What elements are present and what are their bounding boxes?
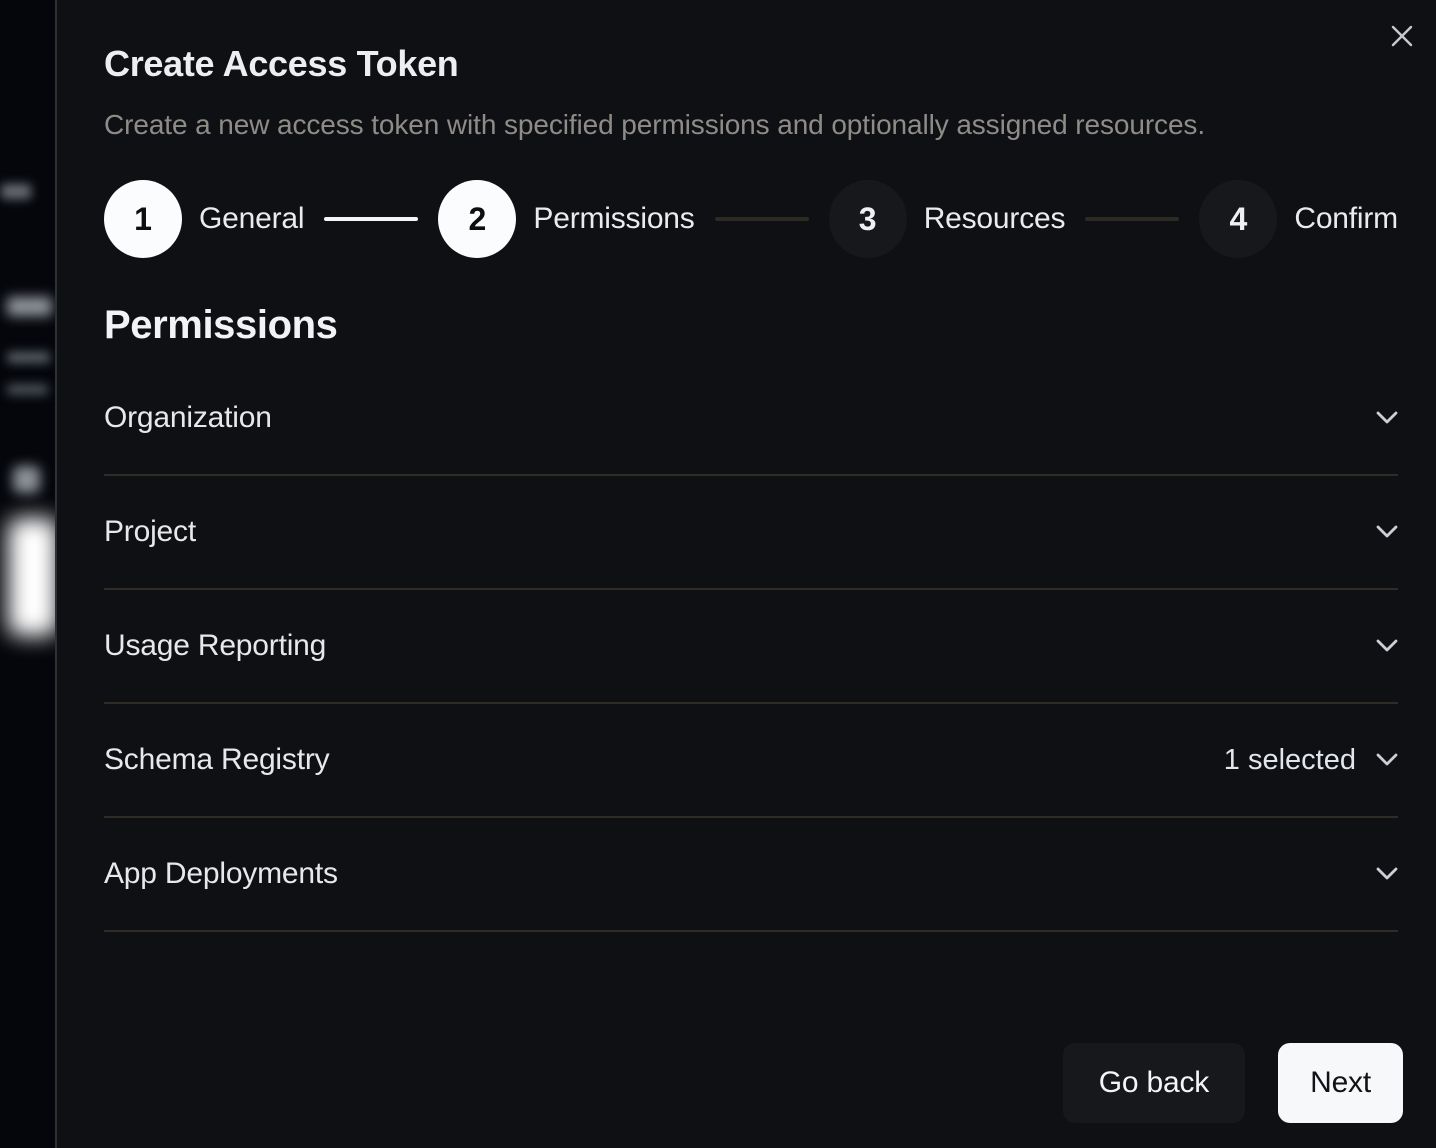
permission-section-row-project[interactable]: Project	[104, 476, 1398, 590]
blurred-background-text	[1, 184, 31, 199]
stepper-step-resources[interactable]: 3 Resources	[829, 180, 1066, 258]
close-button[interactable]	[1387, 21, 1417, 51]
stepper-connector-line	[1085, 217, 1179, 221]
step-number: 3	[859, 201, 877, 238]
background-page-strip	[0, 0, 57, 1148]
go-back-button[interactable]: Go back	[1063, 1043, 1245, 1123]
blurred-background-text	[7, 297, 52, 316]
step-label: Permissions	[533, 202, 694, 236]
step-number-circle: 1	[104, 180, 182, 258]
stepper-step-general[interactable]: 1 General	[104, 180, 304, 258]
step-label: Resources	[924, 202, 1066, 236]
permission-section-label: Organization	[104, 401, 272, 435]
stepper-step-permissions[interactable]: 2 Permissions	[438, 180, 694, 258]
permission-section-label: Usage Reporting	[104, 629, 326, 663]
permission-section-controls	[1376, 867, 1398, 881]
chevron-down-icon[interactable]	[1376, 753, 1398, 767]
stepper-connector-line	[324, 217, 418, 221]
close-icon	[1391, 25, 1413, 47]
chevron-down-icon[interactable]	[1376, 411, 1398, 425]
next-button[interactable]: Next	[1278, 1043, 1403, 1123]
permission-section-row-organization[interactable]: Organization	[104, 362, 1398, 476]
step-label: Confirm	[1294, 202, 1398, 236]
step-number-circle: 2	[438, 180, 516, 258]
permission-section-row-usage-reporting[interactable]: Usage Reporting	[104, 590, 1398, 704]
blurred-background-button	[8, 518, 58, 636]
step-number: 2	[469, 201, 487, 238]
create-access-token-modal: Create Access Token Create a new access …	[55, 0, 1436, 1148]
permissions-heading: Permissions	[104, 302, 1398, 348]
wizard-stepper: 1 General 2 Permissions 3 Resources 4 Co…	[104, 180, 1398, 258]
permission-section-controls	[1376, 411, 1398, 425]
permission-section-row-schema-registry[interactable]: Schema Registry 1 selected	[104, 704, 1398, 818]
chevron-down-icon[interactable]	[1376, 525, 1398, 539]
permission-section-label: App Deployments	[104, 857, 338, 891]
blurred-background-icon	[13, 466, 40, 493]
permission-section-controls	[1376, 525, 1398, 539]
selected-count-badge: 1 selected	[1224, 744, 1356, 777]
modal-title: Create Access Token	[104, 42, 1398, 86]
permission-section-label: Project	[104, 515, 196, 549]
blurred-background-text	[7, 352, 50, 363]
permission-section-controls	[1376, 639, 1398, 653]
step-number: 1	[134, 201, 152, 238]
modal-subtitle: Create a new access token with specified…	[104, 108, 1398, 142]
step-number-circle: 3	[829, 180, 907, 258]
chevron-down-icon[interactable]	[1376, 639, 1398, 653]
chevron-down-icon[interactable]	[1376, 867, 1398, 881]
step-number: 4	[1229, 201, 1247, 238]
permission-sections-list: Organization Project Usage Reporting Sch…	[104, 362, 1398, 932]
step-label: General	[199, 202, 304, 236]
modal-footer: Go back Next	[1063, 1043, 1403, 1123]
step-number-circle: 4	[1199, 180, 1277, 258]
permission-section-controls: 1 selected	[1224, 744, 1398, 777]
permission-section-label: Schema Registry	[104, 743, 329, 777]
permission-section-row-app-deployments[interactable]: App Deployments	[104, 818, 1398, 932]
blurred-background-text	[7, 384, 48, 395]
stepper-connector-line	[715, 217, 809, 221]
stepper-step-confirm[interactable]: 4 Confirm	[1199, 180, 1398, 258]
